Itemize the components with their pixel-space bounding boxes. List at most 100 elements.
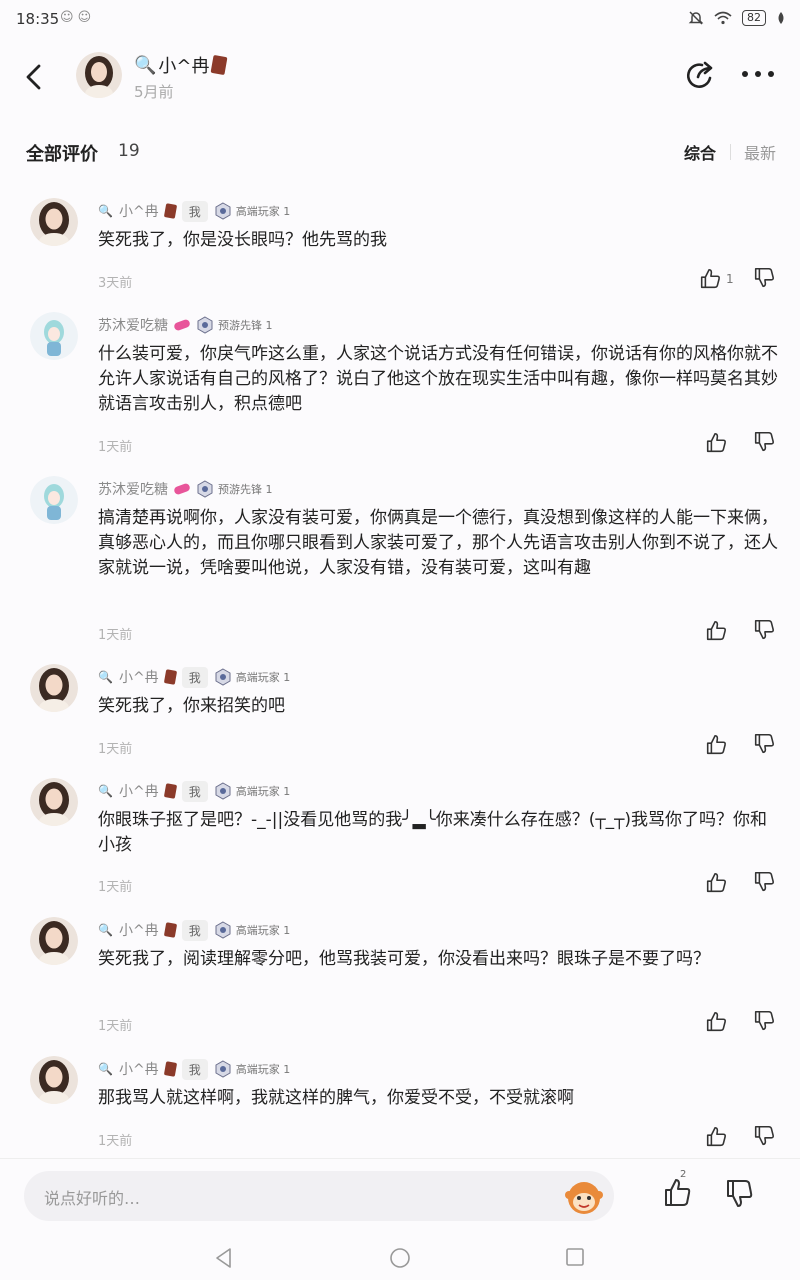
dislike-icon[interactable] [752,618,778,644]
avatar[interactable] [76,52,122,98]
post-dislike-icon[interactable] [722,1177,756,1211]
comment-item: 苏沐爱吃糖 预游先锋 1 什么装可爱，你戾气咋这么重，人家这个说话方式没有任何错误，… [0,312,800,466]
me-badge: 我 [181,200,208,222]
chocolate-icon [163,1061,177,1077]
comment-header: 苏沐爱吃糖 预游先锋 1 [98,478,273,500]
avatar[interactable] [30,917,78,965]
back-icon[interactable] [18,60,52,94]
commenter-name[interactable]: 小^冉 [119,1059,159,1079]
candy-icon [173,482,191,496]
comment-item: 🔍 小^冉 我 高端玩家 1 笑死我了，阅读理解零分吧，他骂我装可爱，你没看出来吗？眼珠… [0,917,800,1045]
emoji-monkey-icon[interactable] [564,1177,604,1217]
like-icon[interactable] [704,1009,730,1035]
dislike-icon[interactable] [752,732,778,758]
commenter-name[interactable]: 小^冉 [119,667,159,687]
battery-indicator: 82 [742,10,766,26]
avatar[interactable] [30,664,78,712]
search-emoji-icon: 🔍 [134,54,157,76]
input-placeholder: 说点好听的… [44,1189,141,1208]
nav-recent-icon[interactable] [565,1247,585,1267]
wifi-icon [714,11,732,25]
share-icon[interactable] [684,58,718,92]
system-nav-bar [0,1234,800,1280]
rank-label: 预游先锋 1 [218,319,273,332]
chocolate-icon [163,203,177,219]
status-time: 18:35 [16,10,60,28]
comment-header: 苏沐爱吃糖 预游先锋 1 [98,314,273,336]
search-emoji-icon: 🔍 [98,670,113,684]
search-emoji-icon: 🔍 [98,784,113,798]
rank-label: 高端玩家 1 [235,671,291,684]
like-count: 1 [726,272,734,286]
status-bar: 18:35 ☺ ☺ 82 [0,0,800,40]
chocolate-icon [210,54,227,76]
more-icon[interactable] [740,64,776,84]
commenter-name[interactable]: 小^冉 [119,920,159,940]
me-badge: 我 [181,1058,208,1080]
nav-back-icon[interactable] [212,1246,236,1270]
post-like-icon[interactable] [660,1175,694,1209]
chocolate-icon [163,669,177,685]
comment-input-bar: 说点好听的… 2 [0,1158,800,1235]
like-icon[interactable] [704,430,730,456]
comment-item: 🔍 小^冉 我 高端玩家 1 那我骂人就这样啊，我就这样的脾气，你爱受不受，不受就滚啊 1… [0,1056,800,1160]
me-badge: 我 [181,919,208,941]
like-icon[interactable] [704,870,730,896]
comment-time: 1天前 [98,1019,133,1034]
commenter-name[interactable]: 苏沐爱吃糖 [98,479,168,499]
like-icon[interactable] [698,266,724,292]
comment-header: 🔍 小^冉 我 高端玩家 1 [98,200,290,222]
like-icon[interactable] [704,618,730,644]
tab-latest[interactable]: 最新 [744,140,776,164]
like-icon[interactable] [704,1124,730,1150]
rank-badge: 高端玩家 1 [214,668,291,686]
rank-label: 预游先锋 1 [218,483,273,496]
comment-text: 你眼珠子抠了是吧？-_-||没看见他骂的我╯▂╰你来凑什么存在感？(┬_┬)我骂… [98,810,767,855]
chocolate-icon [163,922,177,938]
status-right: 82 [688,10,786,26]
commenter-name[interactable]: 小^冉 [119,201,159,221]
comment-time: 1天前 [98,880,133,895]
comment-header: 🔍 小^冉 我 高端玩家 1 [98,666,290,688]
leaf-icon [778,12,784,24]
comment-input[interactable]: 说点好听的… [24,1171,614,1221]
dislike-icon[interactable] [752,1009,778,1035]
avatar[interactable] [30,1056,78,1104]
commenter-name[interactable]: 小^冉 [119,781,159,801]
rank-badge: 高端玩家 1 [214,202,290,220]
comment-text: 笑死我了，你来招笑的吧 [98,696,285,716]
rank-badge: 预游先锋 1 [196,316,273,334]
comment-time: 1天前 [98,1134,133,1149]
avatar[interactable] [30,198,78,246]
notification-icons: ☺ ☺ [60,10,92,25]
comment-time: 1天前 [98,440,133,455]
rank-badge: 高端玩家 1 [214,782,290,800]
tab-overall[interactable]: 综合 [684,140,716,164]
rank-badge: 高端玩家 1 [214,921,290,939]
dislike-icon[interactable] [752,870,778,896]
chocolate-icon [163,783,177,799]
comment-header: 🔍 小^冉 我 高端玩家 1 [98,1058,290,1080]
dislike-icon[interactable] [752,1124,778,1150]
comment-item: 🔍 小^冉 我 高端玩家 1 你眼珠子抠了是吧？-_-||没看见他骂的我╯▂╰你来凑什么… [0,778,800,906]
me-badge: 我 [181,780,208,802]
avatar[interactable] [30,312,78,360]
commenter-name[interactable]: 苏沐爱吃糖 [98,315,168,335]
dislike-icon[interactable] [752,266,778,292]
dislike-icon[interactable] [752,430,778,456]
comment-time: 1天前 [98,628,133,643]
header: 🔍 小^冉 5月前 [0,40,800,120]
search-emoji-icon: 🔍 [98,204,113,218]
mute-icon [688,11,704,25]
avatar[interactable] [30,778,78,826]
like-icon[interactable] [704,732,730,758]
comment-time: 1天前 [98,742,133,757]
comment-header: 🔍 小^冉 我 高端玩家 1 [98,919,290,941]
comment-item: 🔍 小^冉 我 高端玩家 1 笑死我了，你是没长眼吗？他先骂的我 3天前 1 [0,198,800,302]
author-name: 🔍 小^冉 [134,52,227,78]
candy-icon [173,318,191,332]
review-count: 19 [118,141,140,161]
nav-home-icon[interactable] [388,1246,412,1270]
avatar[interactable] [30,476,78,524]
divider [730,144,731,160]
